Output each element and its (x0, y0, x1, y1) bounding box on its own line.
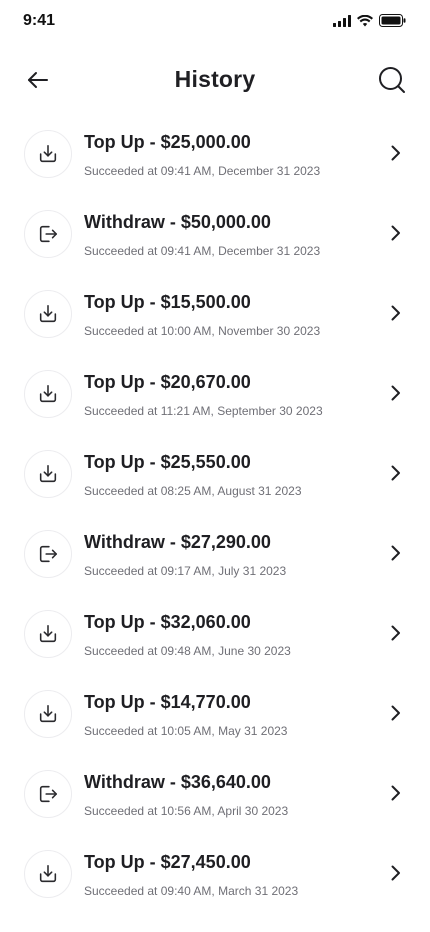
transaction-title: Withdraw - $50,000.00 (84, 212, 271, 232)
transaction-title: Withdraw - $36,640.00 (84, 772, 271, 792)
chevron-right-icon[interactable] (386, 624, 404, 642)
battery-icon (379, 14, 406, 27)
chevron-right-icon[interactable] (386, 544, 404, 562)
transaction-type-icon-wrap (24, 290, 72, 338)
transaction-row[interactable]: Top Up - $25,000.00 Succeeded at 09:41 AM… (0, 114, 430, 194)
download-tray-icon (39, 384, 57, 403)
chevron-right-icon[interactable] (386, 144, 404, 162)
chevron-right-icon[interactable] (386, 224, 404, 242)
download-tray-icon (39, 624, 57, 643)
transaction-row[interactable]: Withdraw - $50,000.00 Succeeded at 09:41 … (0, 194, 430, 274)
download-tray-icon (39, 864, 57, 883)
transaction-type-icon-wrap (24, 850, 72, 898)
transaction-subtitle: Succeeded at 09:41 AM, December 31 2023 (84, 244, 321, 258)
chevron-right-icon[interactable] (386, 784, 404, 802)
transaction-type-icon-wrap (24, 370, 72, 418)
status-time: 9:41 (23, 12, 56, 29)
transaction-subtitle: Succeeded at 08:25 AM, August 31 2023 (84, 484, 302, 498)
download-tray-icon (39, 464, 57, 483)
download-tray-icon (39, 144, 57, 163)
search-icon (379, 67, 405, 93)
transaction-row[interactable]: Top Up - $27,450.00 Succeeded at 09:40 AM… (0, 834, 430, 914)
transaction-type-icon-wrap (24, 530, 72, 578)
transaction-row[interactable]: Withdraw - $27,290.00 Succeeded at 09:17 … (0, 514, 430, 594)
transaction-title: Top Up - $27,450.00 (84, 852, 251, 872)
transaction-subtitle: Succeeded at 09:17 AM, July 31 2023 (84, 564, 287, 578)
transaction-subtitle: Succeeded at 10:00 AM, November 30 2023 (84, 324, 321, 338)
transaction-list: Top Up - $25,000.00 Succeeded at 09:41 AM… (0, 114, 430, 914)
transaction-title: Top Up - $25,000.00 (84, 132, 251, 152)
transaction-subtitle: Succeeded at 10:05 AM, May 31 2023 (84, 724, 288, 738)
transaction-type-icon-wrap (24, 610, 72, 658)
chevron-right-icon[interactable] (386, 704, 404, 722)
transaction-subtitle: Succeeded at 09:40 AM, March 31 2023 (84, 884, 299, 898)
wifi-icon (357, 14, 373, 26)
transaction-title: Withdraw - $27,290.00 (84, 532, 271, 552)
transaction-type-icon-wrap (24, 210, 72, 258)
transaction-type-icon-wrap (24, 770, 72, 818)
signal-icon (333, 14, 351, 27)
logout-arrow-icon (39, 785, 58, 803)
transaction-row[interactable]: Top Up - $32,060.00 Succeeded at 09:48 AM… (0, 594, 430, 674)
status-icons (333, 14, 406, 27)
chevron-right-icon[interactable] (386, 384, 404, 402)
logout-arrow-icon (39, 225, 58, 243)
header: History (0, 58, 430, 102)
transaction-title: Top Up - $15,500.00 (84, 292, 251, 312)
chevron-right-icon[interactable] (386, 464, 404, 482)
page-title: History (174, 66, 256, 92)
transaction-subtitle: Succeeded at 11:21 AM, September 30 2023 (84, 404, 323, 418)
transaction-title: Top Up - $32,060.00 (84, 612, 251, 632)
logout-arrow-icon (39, 545, 58, 563)
transaction-type-icon-wrap (24, 690, 72, 738)
transaction-subtitle: Succeeded at 09:48 AM, June 30 2023 (84, 644, 291, 658)
transaction-title: Top Up - $14,770.00 (84, 692, 251, 712)
transaction-type-icon-wrap (24, 450, 72, 498)
status-bar: 9:41 (0, 0, 430, 44)
transaction-row[interactable]: Top Up - $14,770.00 Succeeded at 10:05 AM… (0, 674, 430, 754)
transaction-subtitle: Succeeded at 09:41 AM, December 31 2023 (84, 164, 321, 178)
transaction-type-icon-wrap (24, 130, 72, 178)
transaction-row[interactable]: Withdraw - $36,640.00 Succeeded at 10:56 … (0, 754, 430, 834)
chevron-right-icon[interactable] (386, 304, 404, 322)
transaction-row[interactable]: Top Up - $15,500.00 Succeeded at 10:00 AM… (0, 274, 430, 354)
chevron-right-icon[interactable] (386, 864, 404, 882)
transaction-title: Top Up - $20,670.00 (84, 372, 251, 392)
transaction-title: Top Up - $25,550.00 (84, 452, 251, 472)
transaction-row[interactable]: Top Up - $20,670.00 Succeeded at 11:21 AM… (0, 354, 430, 434)
search-button[interactable] (376, 64, 408, 96)
download-tray-icon (39, 704, 57, 723)
transaction-row[interactable]: Top Up - $25,550.00 Succeeded at 08:25 AM… (0, 434, 430, 514)
download-tray-icon (39, 304, 57, 323)
transaction-subtitle: Succeeded at 10:56 AM, April 30 2023 (84, 804, 289, 818)
